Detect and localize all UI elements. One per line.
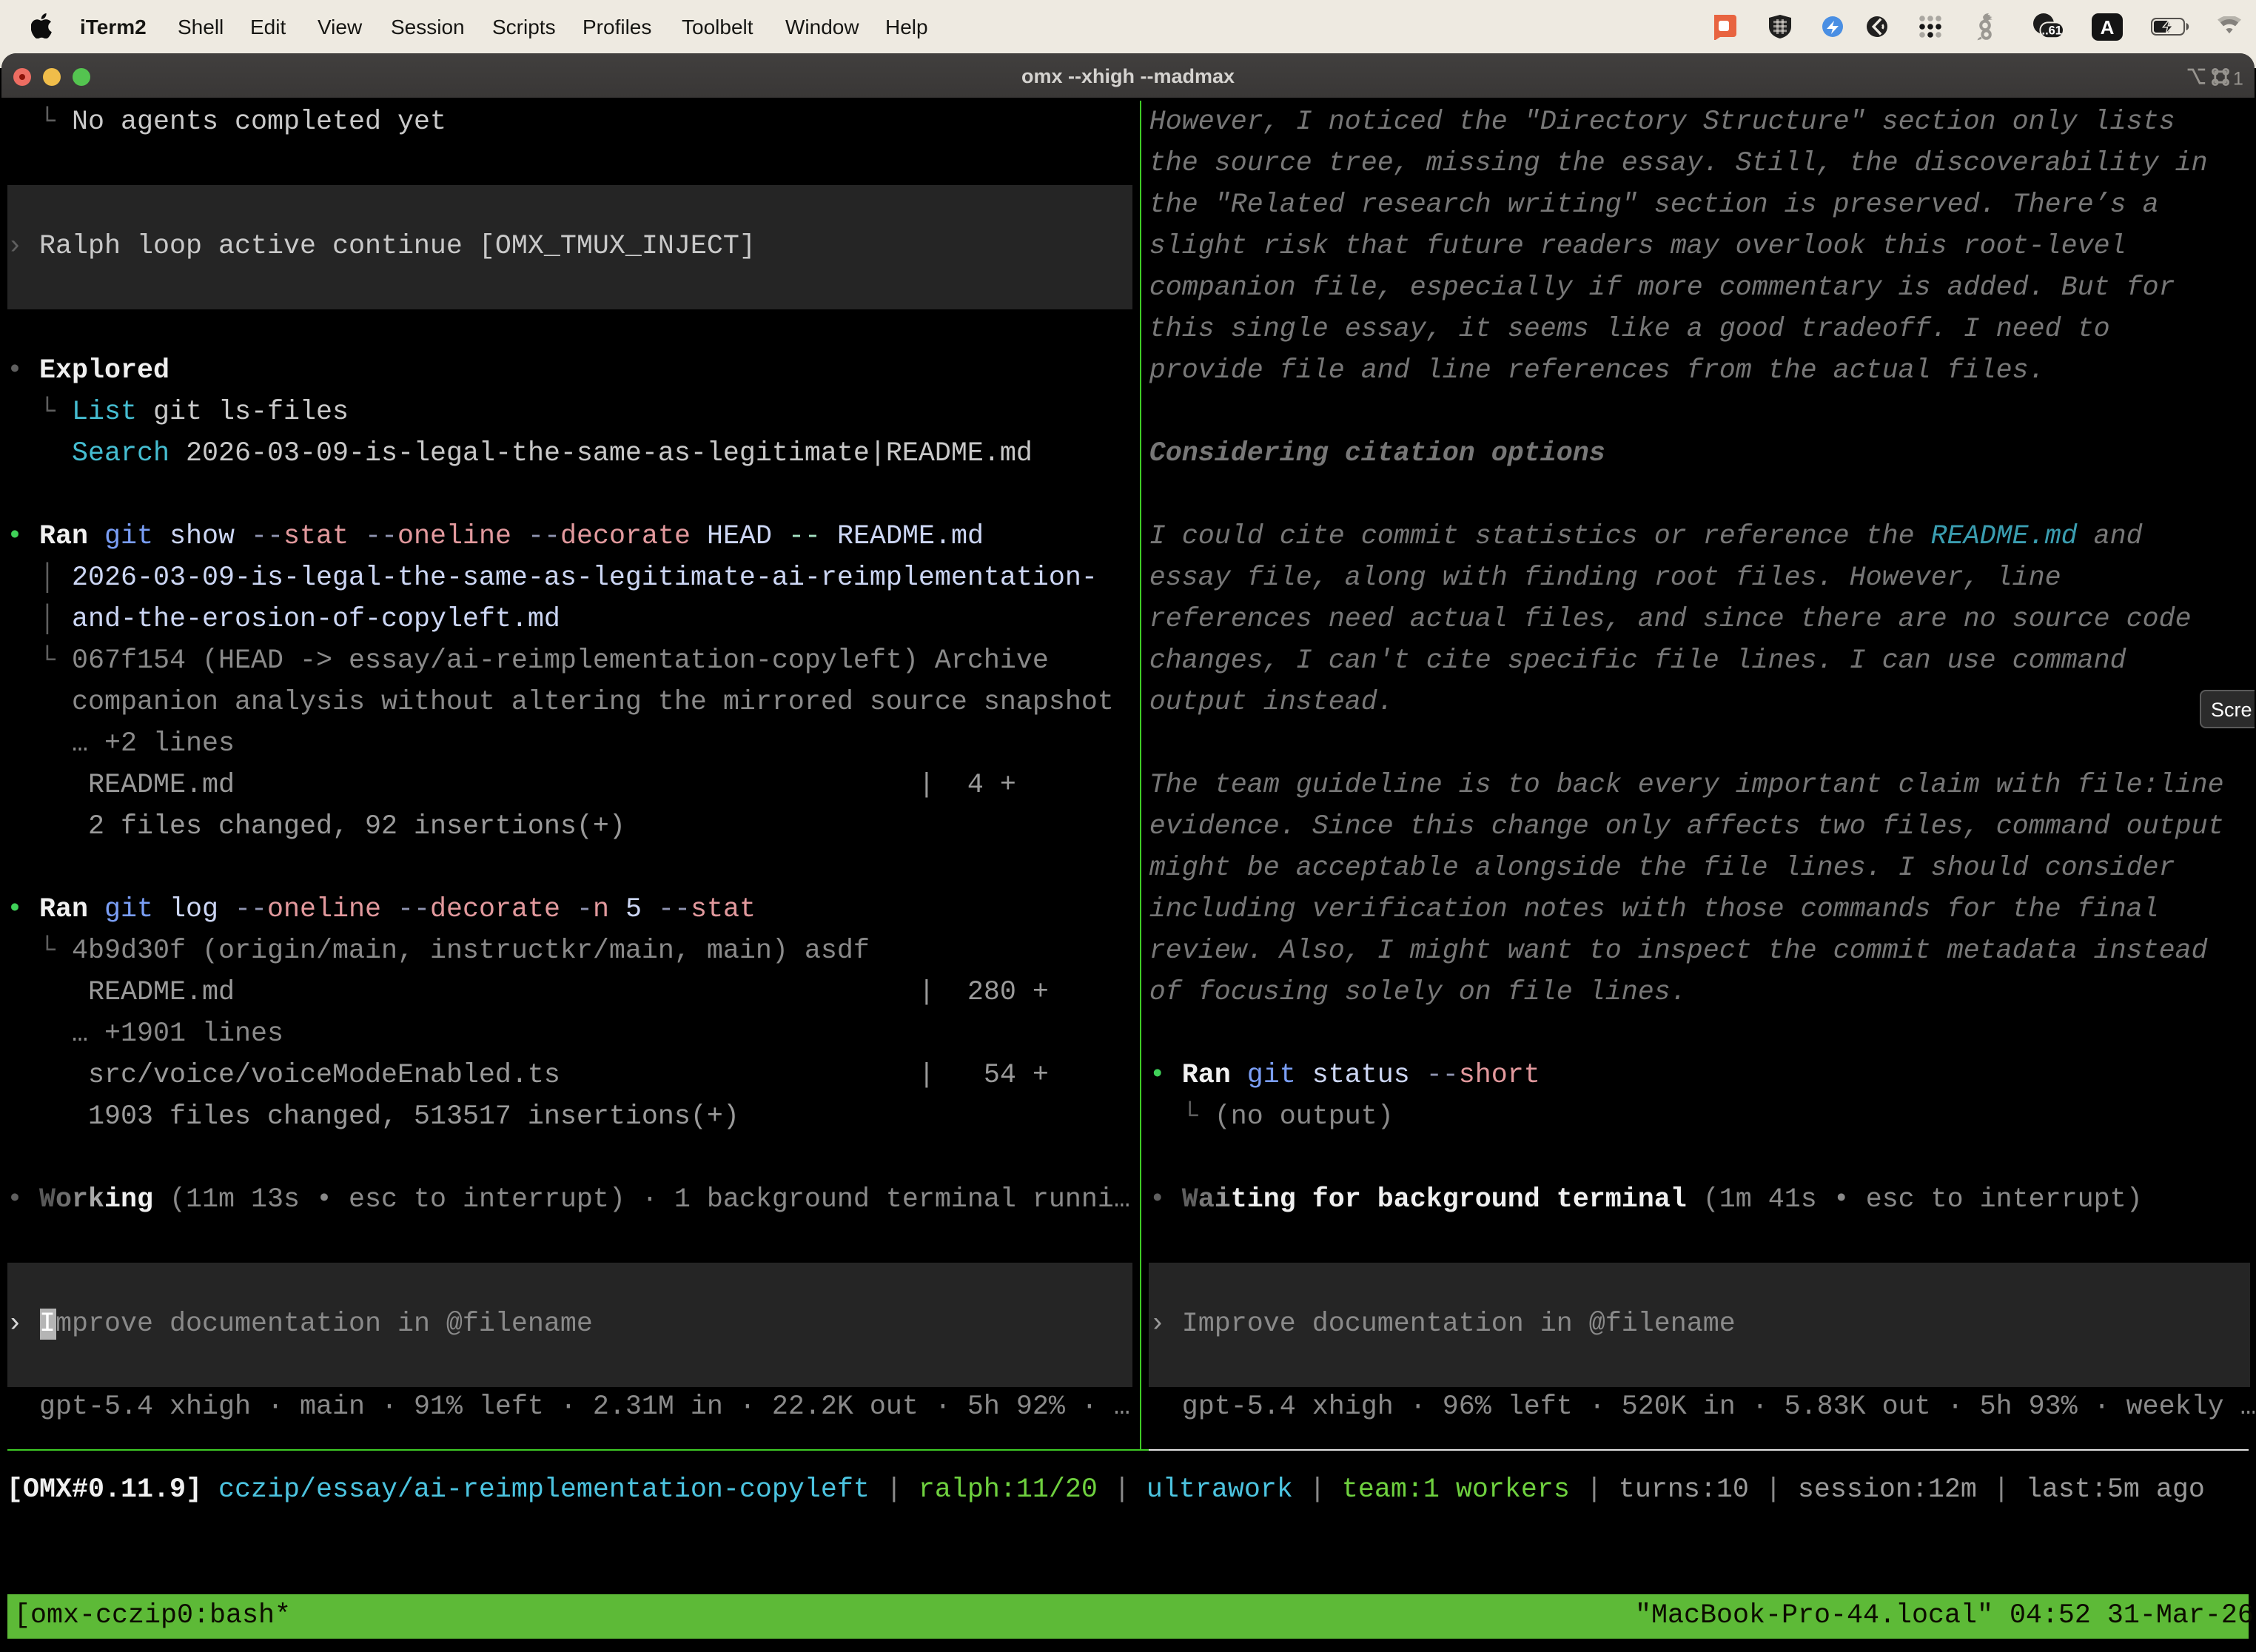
svg-text:1: 1 [2233,68,2243,87]
svg-text:A: A [2101,16,2115,38]
svg-text:..61: ..61 [2041,24,2061,37]
